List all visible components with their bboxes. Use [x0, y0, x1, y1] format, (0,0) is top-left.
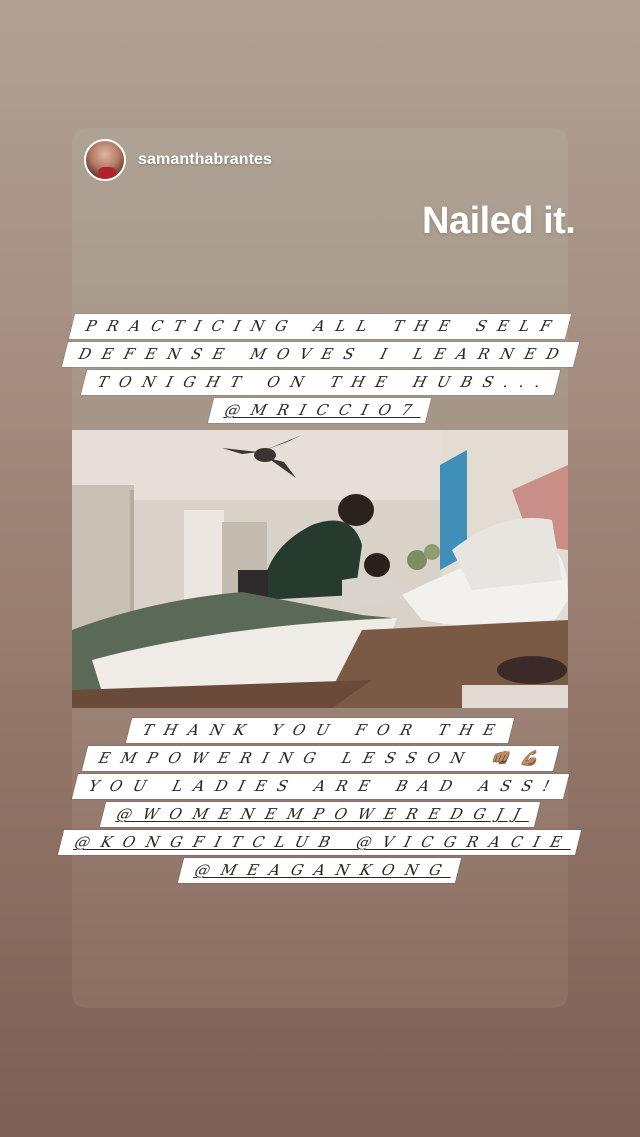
- caption-line: THANK YOU FOR THE: [125, 718, 515, 743]
- caption-line: PRACTICING ALL THE SELF: [68, 314, 572, 339]
- caption-mention[interactable]: @MRICCIO7: [208, 398, 432, 423]
- avatar[interactable]: [84, 139, 126, 181]
- caption-line: DEFENSE MOVES I LEARNED: [61, 342, 579, 367]
- caption-bottom: THANK YOU FOR THE EMPOWERING LESSON 👊🏽💪🏽…: [58, 718, 582, 886]
- username[interactable]: samanthabrantes: [138, 151, 272, 169]
- caption-line: EMPOWERING LESSON 👊🏽💪🏽: [81, 746, 559, 771]
- caption-mention[interactable]: @KONGFITCLUB @VICGRACIE: [58, 830, 582, 855]
- caption-line: YOU LADIES ARE BAD ASS!: [71, 774, 569, 799]
- caption-top: PRACTICING ALL THE SELF DEFENSE MOVES I …: [61, 314, 579, 426]
- story-photo: [72, 430, 568, 708]
- caption-mention[interactable]: @MEAGANKONG: [178, 858, 462, 883]
- caption-mention[interactable]: @WOMENEMPOWEREDGJJ: [100, 802, 540, 827]
- story-header: samanthabrantes: [84, 138, 272, 182]
- caption-line: TONIGHT ON THE HUBS...: [80, 370, 560, 395]
- text-sticker: Nailed it.: [422, 200, 576, 242]
